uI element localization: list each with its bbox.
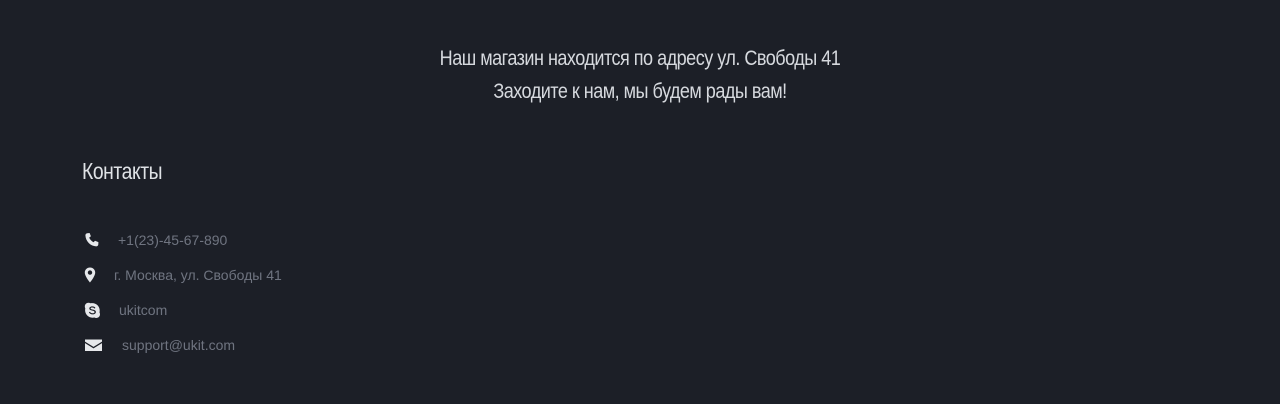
skype-link[interactable]: ukitcom	[119, 301, 167, 319]
envelope-icon	[84, 337, 103, 353]
intro-line-1: Наш магазин находится по адресу ул. Своб…	[439, 47, 841, 70]
phone-icon	[84, 232, 100, 248]
address-text: г. Москва, ул. Свободы 41	[114, 267, 282, 283]
skype-icon	[84, 302, 101, 318]
intro-line-2: Заходите к нам, мы будем рады вам!	[493, 80, 787, 103]
contacts-heading: Контакты	[82, 158, 163, 184]
map-marker-icon	[84, 267, 96, 283]
address-intro: Наш магазин находится по адресу ул. Своб…	[90, 42, 1191, 108]
email-link[interactable]: support@ukit.com	[122, 336, 235, 354]
phone-link[interactable]: +1(23)-45-67-890	[118, 231, 227, 249]
